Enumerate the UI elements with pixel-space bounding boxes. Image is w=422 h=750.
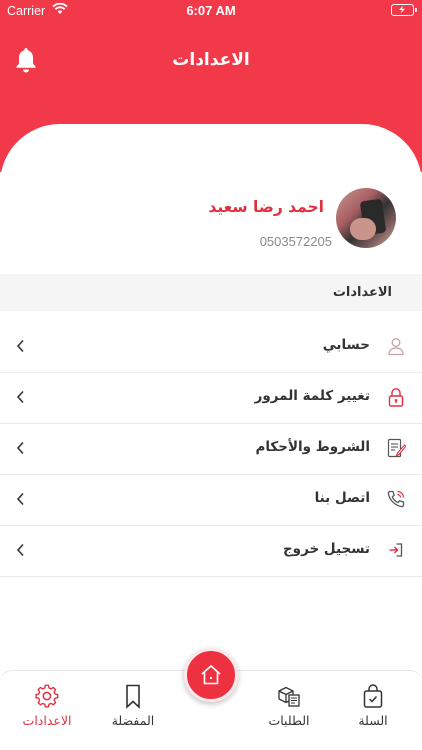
- settings-section-header: الاعدادات: [0, 274, 422, 311]
- battery-icon: [391, 4, 417, 16]
- menu-item-terms[interactable]: الشروط والأحكام: [0, 424, 422, 475]
- boxes-icon: [278, 686, 300, 707]
- chevron-left-icon: [16, 543, 24, 557]
- status-bar: Carrier 6:07 AM: [0, 0, 422, 22]
- menu-item-logout[interactable]: تسجيل خروج: [0, 526, 422, 577]
- avatar[interactable]: [336, 188, 396, 248]
- menu-item-label: اتصل بنا: [314, 490, 370, 506]
- document-edit-icon: [387, 438, 406, 458]
- bookmark-icon: [126, 684, 140, 709]
- tab-label: الطلبات: [268, 713, 310, 728]
- clock: 6:07 AM: [186, 3, 236, 18]
- lock-icon: [388, 388, 404, 407]
- menu-item-my-account[interactable]: حسابي: [0, 322, 422, 373]
- tab-label: المفضلة: [111, 713, 155, 728]
- gear-icon: [35, 684, 59, 708]
- menu-item-label: تسجيل خروج: [282, 541, 370, 557]
- menu-item-label: حسابي: [322, 337, 370, 353]
- page-title: الاعدادات: [172, 50, 250, 70]
- menu-item-contact-us[interactable]: اتصل بنا: [0, 475, 422, 526]
- section-title: الاعدادات: [332, 285, 392, 300]
- settings-menu: حسابي تغيير كلمة المرور الشروط والأحكام …: [0, 322, 422, 577]
- chevron-left-icon: [16, 441, 24, 455]
- menu-item-change-password[interactable]: تغيير كلمة المرور: [0, 373, 422, 424]
- home-button[interactable]: [184, 648, 238, 702]
- profile-name: احمد رضا سعيد: [208, 198, 324, 216]
- profile-phone: 0503572205: [259, 234, 332, 249]
- shopping-bag-icon: [363, 684, 383, 708]
- tab-orders[interactable]: الطلبات: [254, 683, 324, 728]
- avatar-photo-detail-2: [350, 218, 376, 240]
- tab-label: الاعدادات: [22, 713, 72, 728]
- phone-call-icon: [387, 490, 405, 508]
- menu-item-label: تغيير كلمة المرور: [254, 388, 370, 404]
- tab-label: السلة: [358, 713, 388, 728]
- user-icon: [388, 338, 404, 356]
- tab-favorites[interactable]: المفضلة: [98, 683, 168, 728]
- home-icon: [201, 664, 221, 685]
- tab-cart[interactable]: السلة: [338, 683, 408, 728]
- logout-icon: [389, 543, 403, 557]
- chevron-left-icon: [16, 492, 24, 506]
- chevron-left-icon: [16, 390, 24, 404]
- tab-settings[interactable]: الاعدادات: [12, 683, 82, 728]
- menu-item-label: الشروط والأحكام: [255, 439, 370, 455]
- chevron-left-icon: [16, 339, 24, 353]
